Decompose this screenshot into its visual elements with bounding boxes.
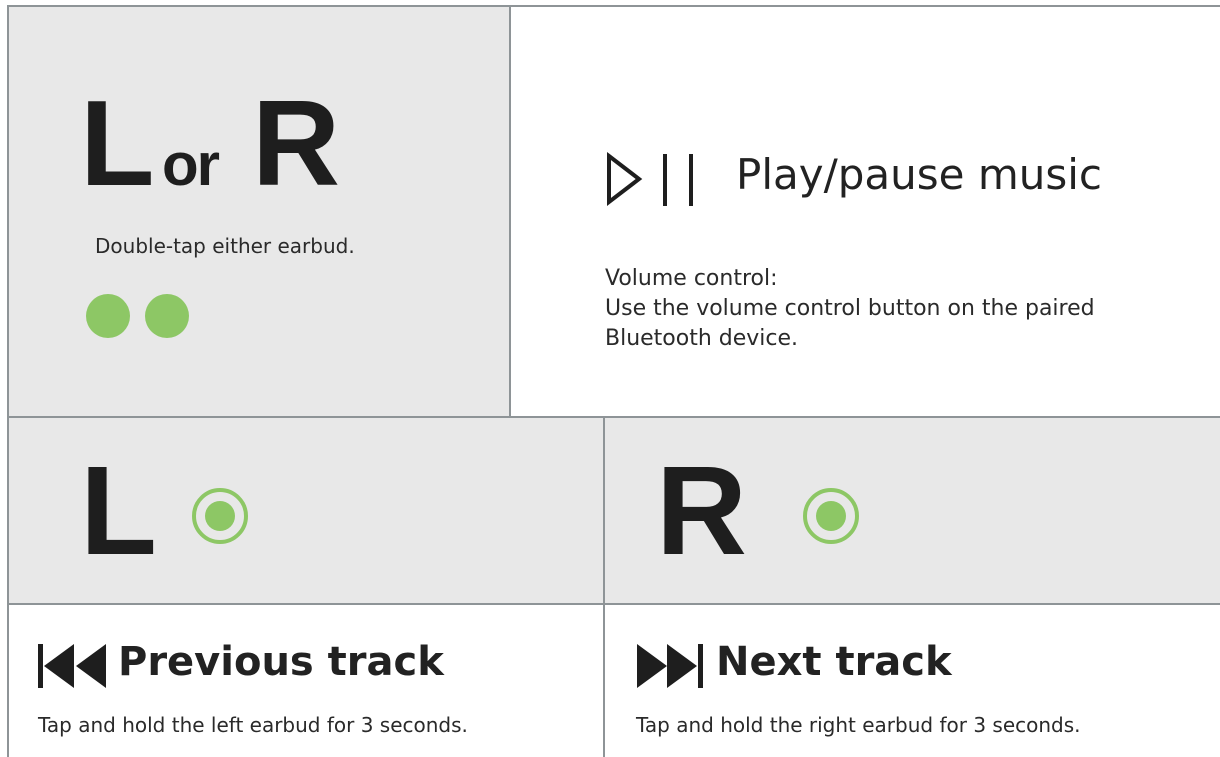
- play-pause-icon: [607, 151, 693, 207]
- left-earbud-letter: L: [80, 440, 157, 581]
- previous-track-icon: [38, 644, 106, 688]
- middle-horizontal-divider: [8, 416, 1220, 418]
- right-earbud-letter: R: [252, 75, 340, 211]
- top-border: [8, 5, 1220, 7]
- left-earbud-letter: L: [80, 75, 155, 211]
- volume-line: Volume control:: [605, 266, 778, 291]
- double-tap-caption: Double-tap either earbud.: [95, 234, 355, 258]
- double-tap-panel: [8, 7, 510, 416]
- next-track-caption: Tap and hold the right earbud for 3 seco…: [636, 713, 1081, 737]
- right-earbud-letter: R: [656, 440, 747, 581]
- play-pause-title: Play/pause music: [736, 150, 1103, 199]
- next-track-title: Next track: [716, 639, 952, 685]
- tap-dot-icon: [145, 294, 189, 338]
- bottom-vertical-divider: [603, 416, 605, 757]
- lower-horizontal-divider: [8, 603, 1220, 605]
- top-vertical-divider: [509, 5, 511, 417]
- previous-track-title: Previous track: [118, 639, 444, 685]
- or-label: or: [162, 131, 220, 198]
- tap-dot-icon: [86, 294, 130, 338]
- hold-ring-icon: [803, 488, 859, 544]
- volume-control-text: Volume control: Use the volume control b…: [605, 264, 1095, 354]
- hold-ring-icon: [192, 488, 248, 544]
- volume-line: Use the volume control button on the pai…: [605, 296, 1095, 321]
- volume-line: Bluetooth device.: [605, 326, 799, 351]
- previous-track-caption: Tap and hold the left earbud for 3 secon…: [38, 713, 468, 737]
- left-border: [7, 5, 9, 757]
- next-track-icon: [637, 644, 703, 688]
